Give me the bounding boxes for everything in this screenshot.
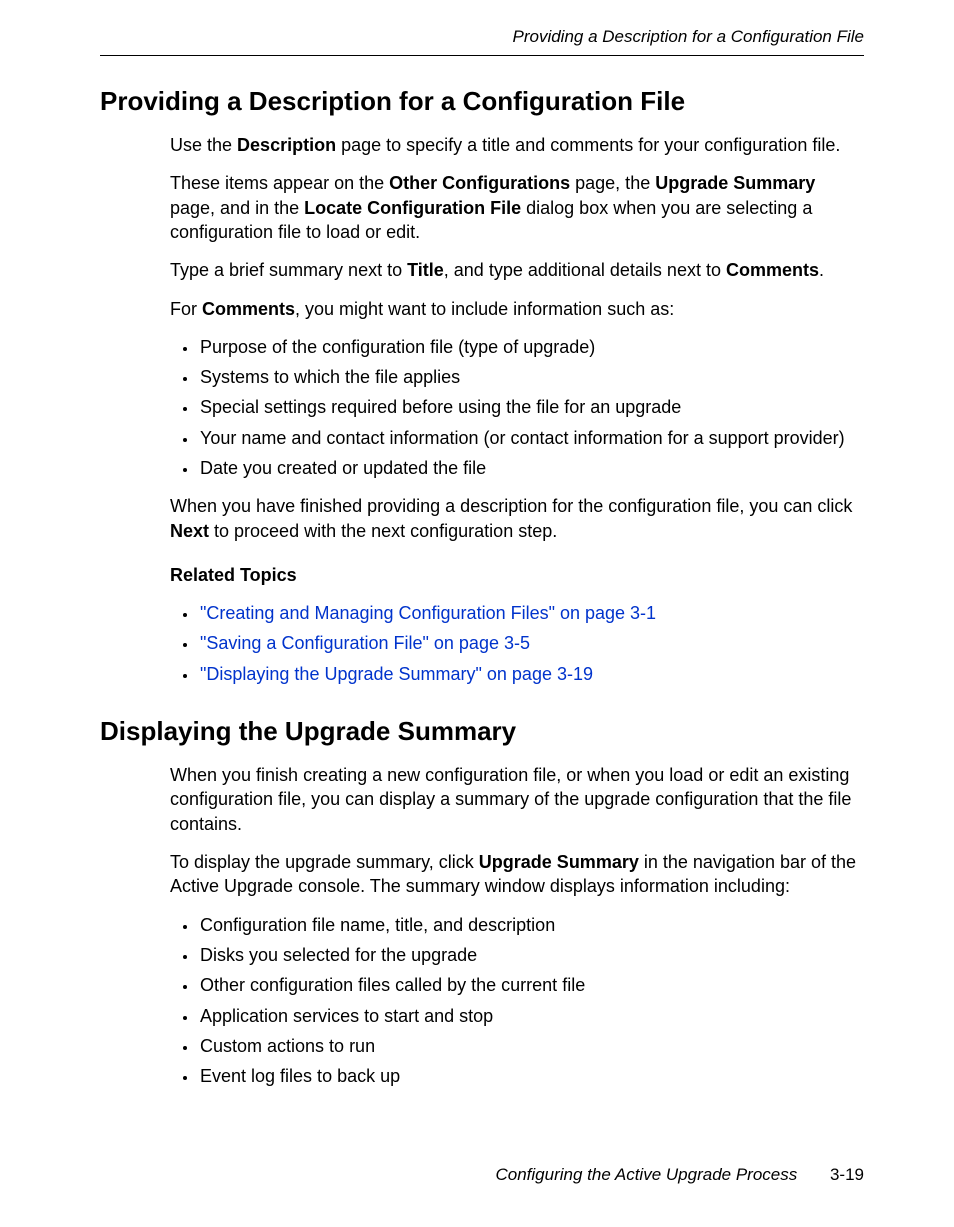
list-item: Custom actions to run (198, 1034, 864, 1058)
bullet-list: Configuration file name, title, and desc… (170, 913, 864, 1089)
bold: Locate Configuration File (304, 198, 521, 218)
para: When you have finished providing a descr… (170, 494, 864, 543)
list-item: "Creating and Managing Configuration Fil… (198, 601, 864, 625)
text: Use the (170, 135, 237, 155)
text: to proceed with the next configuration s… (209, 521, 557, 541)
bold: Comments (202, 299, 295, 319)
text: When you have finished providing a descr… (170, 496, 852, 516)
text: page to specify a title and comments for… (336, 135, 840, 155)
running-head: Providing a Description for a Configurat… (100, 26, 864, 49)
bold: Description (237, 135, 336, 155)
text: page, and in the (170, 198, 304, 218)
section2-body: When you finish creating a new configura… (170, 763, 864, 1088)
list-item: "Displaying the Upgrade Summary" on page… (198, 662, 864, 686)
text: , you might want to include information … (295, 299, 674, 319)
related-link[interactable]: "Displaying the Upgrade Summary" on page… (200, 664, 593, 684)
bold: Comments (726, 260, 819, 280)
list-item: Systems to which the file applies (198, 365, 864, 389)
bold: Upgrade Summary (479, 852, 639, 872)
bullet-list: Purpose of the configuration file (type … (170, 335, 864, 480)
section2-title: Displaying the Upgrade Summary (100, 714, 864, 749)
text: Type a brief summary next to (170, 260, 407, 280)
list-item: Disks you selected for the upgrade (198, 943, 864, 967)
list-item: Configuration file name, title, and desc… (198, 913, 864, 937)
text: These items appear on the (170, 173, 389, 193)
related-link[interactable]: "Saving a Configuration File" on page 3-… (200, 633, 530, 653)
bold: Other Configurations (389, 173, 570, 193)
list-item: Your name and contact information (or co… (198, 426, 864, 450)
para: These items appear on the Other Configur… (170, 171, 864, 244)
text: For (170, 299, 202, 319)
list-item: Special settings required before using t… (198, 395, 864, 419)
list-item: "Saving a Configuration File" on page 3-… (198, 631, 864, 655)
bold: Next (170, 521, 209, 541)
list-item: Other configuration files called by the … (198, 973, 864, 997)
para: When you finish creating a new configura… (170, 763, 864, 836)
text: , and type additional details next to (444, 260, 726, 280)
document-page: Providing a Description for a Configurat… (0, 0, 954, 1227)
section1-title: Providing a Description for a Configurat… (100, 84, 864, 119)
text: . (819, 260, 824, 280)
list-item: Purpose of the configuration file (type … (198, 335, 864, 359)
header-rule (100, 55, 864, 56)
list-item: Event log files to back up (198, 1064, 864, 1088)
bold: Title (407, 260, 444, 280)
text: To display the upgrade summary, click (170, 852, 479, 872)
para: To display the upgrade summary, click Up… (170, 850, 864, 899)
para: For Comments, you might want to include … (170, 297, 864, 321)
footer-page-number: 3-19 (830, 1165, 864, 1184)
section1-body: Use the Description page to specify a ti… (170, 133, 864, 686)
footer-sep (811, 1165, 816, 1184)
para: Use the Description page to specify a ti… (170, 133, 864, 157)
bold: Upgrade Summary (655, 173, 815, 193)
page-footer: Configuring the Active Upgrade Process 3… (495, 1164, 864, 1187)
footer-chapter: Configuring the Active Upgrade Process (495, 1165, 797, 1184)
para: Type a brief summary next to Title, and … (170, 258, 864, 282)
related-topics-list: "Creating and Managing Configuration Fil… (170, 601, 864, 686)
related-link[interactable]: "Creating and Managing Configuration Fil… (200, 603, 656, 623)
related-topics-heading: Related Topics (170, 563, 864, 587)
list-item: Application services to start and stop (198, 1004, 864, 1028)
list-item: Date you created or updated the file (198, 456, 864, 480)
text: page, the (570, 173, 655, 193)
